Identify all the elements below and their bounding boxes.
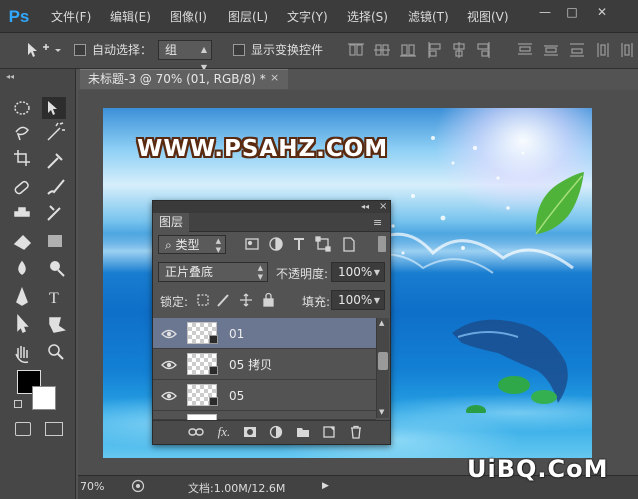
menu-edit[interactable]: 编辑(E) — [110, 9, 151, 25]
document-tab[interactable]: 未标题-3 @ 70% (01, RGB/8) * — [80, 69, 288, 89]
layer-name: 05 — [229, 389, 245, 403]
chevron-down-icon: ▼ — [373, 296, 380, 305]
visibility-eye-icon[interactable] — [161, 390, 177, 402]
opacity-field[interactable]: 100% ▼ — [331, 262, 385, 282]
layer-row[interactable]: 01 — [153, 318, 376, 349]
menu-filter[interactable]: 滤镜(T) — [408, 9, 449, 25]
zoom-level[interactable]: 70% — [80, 480, 104, 493]
filter-toggle[interactable] — [378, 236, 386, 252]
dolphin-image — [452, 319, 568, 413]
smart-object-icon — [209, 335, 218, 344]
auto-select-label: 自动选择： — [92, 43, 153, 57]
default-colors-icon[interactable] — [14, 400, 22, 408]
panel-menu-icon[interactable]: ≡ — [373, 216, 382, 229]
stepper-icon: ▲ ▼ — [257, 264, 263, 281]
panel-collapse-icon[interactable]: ◂◂ — [361, 201, 369, 213]
scroll-down-icon[interactable]: ▼ — [379, 408, 384, 416]
watermark-text: WWW.PSAHZ.COM — [137, 136, 389, 162]
status-menu-arrow-icon[interactable]: ▶ — [322, 481, 329, 491]
visibility-eye-icon[interactable] — [161, 328, 177, 340]
quick-mask-icon[interactable] — [15, 422, 31, 436]
layer-name: 05 拷贝 — [229, 358, 273, 372]
menu-file[interactable]: 文件(F) — [51, 9, 91, 25]
menu-type[interactable]: 文字(Y) — [287, 9, 328, 25]
menu-select[interactable]: 选择(S) — [347, 9, 388, 25]
move-tool-preset-icon[interactable] — [24, 41, 64, 59]
filter-kind-value: 类型 — [175, 238, 200, 252]
site-watermark: UiBQ.CoM — [467, 455, 609, 483]
restore-button[interactable]: □ — [560, 4, 584, 20]
show-transform-label: 显示变换控件 — [251, 43, 324, 57]
info-icon[interactable] — [131, 479, 145, 493]
layer-name: 01 — [229, 327, 245, 341]
group-icon[interactable] — [296, 425, 310, 439]
show-transform-checkbox[interactable] — [233, 44, 245, 56]
collapse-tools-icon[interactable]: ◂◂ — [6, 72, 14, 81]
chevron-down-icon: ▼ — [373, 268, 380, 277]
fx-icon[interactable]: fx. — [214, 425, 234, 439]
scrollbar-thumb[interactable] — [378, 352, 388, 370]
menu-view[interactable]: 视图(V) — [467, 9, 509, 25]
leaf-image — [535, 172, 584, 235]
screen-mode-icon[interactable] — [45, 422, 63, 436]
fill-value: 100% — [338, 293, 373, 307]
minimize-button[interactable]: — — [533, 4, 557, 20]
layer-row-partial[interactable] — [153, 411, 376, 420]
new-layer-icon[interactable] — [322, 425, 336, 439]
align-distribute-icons[interactable] — [346, 40, 634, 60]
blend-mode-dropdown[interactable]: 正片叠底 ▲ ▼ — [158, 262, 268, 282]
app-logo: Ps — [8, 7, 30, 26]
layers-panel-titlebar[interactable] — [153, 201, 390, 213]
opacity-label: 不透明度: — [276, 267, 329, 281]
adjustment-icon[interactable] — [269, 425, 283, 439]
panel-close-icon[interactable]: × — [379, 201, 387, 213]
layer-row[interactable]: 05 拷贝 — [153, 349, 376, 380]
document-size: 文档:1.00M/12.6M — [188, 482, 286, 495]
auto-select-dropdown[interactable]: 组 ▲ ▼ — [158, 40, 212, 72]
visibility-eye-icon[interactable] — [161, 359, 177, 371]
close-tab-icon[interactable]: × — [270, 72, 282, 84]
smart-object-icon — [209, 366, 218, 375]
menu-image[interactable]: 图像(I) — [170, 9, 207, 25]
close-window-button[interactable]: ✕ — [590, 4, 614, 20]
smart-object-icon — [209, 397, 218, 406]
layer-filter-dropdown[interactable]: ⌕ 类型 ▲ ▼ — [158, 235, 226, 254]
tab-layers[interactable]: 图层 — [153, 213, 189, 232]
lock-label: 锁定: — [160, 295, 189, 309]
opacity-value: 100% — [338, 265, 373, 279]
layer-filter-icons[interactable] — [244, 236, 364, 252]
scroll-up-icon[interactable]: ▲ — [379, 319, 384, 327]
link-icon[interactable] — [188, 425, 204, 439]
layer-row[interactable]: 05 — [153, 380, 376, 411]
lock-icons[interactable] — [196, 292, 278, 308]
fill-field[interactable]: 100% ▼ — [331, 290, 385, 310]
background-color-swatch[interactable] — [32, 386, 56, 410]
search-icon: ⌕ — [165, 238, 176, 252]
menu-layer[interactable]: 图层(L) — [228, 9, 268, 25]
trash-icon[interactable] — [349, 425, 363, 439]
mask-icon[interactable] — [243, 425, 257, 439]
blend-mode-value: 正片叠底 — [165, 265, 214, 279]
auto-select-value: 组 — [165, 43, 178, 57]
fill-label: 填充: — [302, 295, 331, 309]
auto-select-checkbox[interactable] — [74, 44, 86, 56]
stepper-icon: ▲ ▼ — [215, 237, 221, 254]
svg-text:T: T — [49, 290, 59, 307]
